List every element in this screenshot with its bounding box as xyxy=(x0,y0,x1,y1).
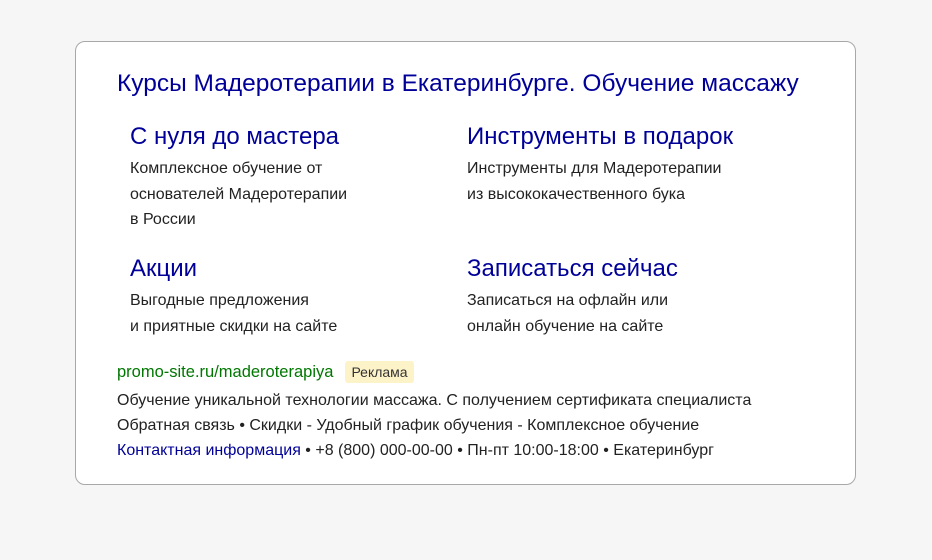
sitelink-2[interactable]: Инструменты в подарок Инструменты для Ма… xyxy=(467,122,787,207)
sitelink-desc: Записаться на офлайн или онлайн обучение… xyxy=(467,292,669,335)
url-row: promo-site.ru/maderoterapiya Реклама xyxy=(117,361,414,383)
ad-title-link[interactable]: Курсы Мадеротерапии в Екатеринбурге. Обу… xyxy=(117,70,799,98)
sitelink-title[interactable]: С нуля до мастера xyxy=(130,122,450,152)
sitelink-desc: Выгодные предложения и приятные скидки н… xyxy=(130,292,338,335)
contact-info-link[interactable]: Контактная информация xyxy=(117,442,301,459)
ad-text-1: Обучение уникальной технологии массажа. … xyxy=(117,392,752,409)
contact-line: Контактная информация • +8 (800) 000-00-… xyxy=(117,442,714,460)
ad-badge: Реклама xyxy=(345,361,414,383)
ad-text-2: Обратная связь • Скидки - Удобный график… xyxy=(117,417,700,434)
ad-card: Курсы Мадеротерапии в Екатеринбурге. Обу… xyxy=(75,41,856,485)
sitelink-title[interactable]: Инструменты в подарок xyxy=(467,122,787,152)
ad-url-link[interactable]: promo-site.ru/maderoterapiya xyxy=(117,363,333,382)
sitelink-desc: Инструменты для Мадеротерапии из высокок… xyxy=(467,160,722,203)
sitelink-3[interactable]: Акции Выгодные предложения и приятные ск… xyxy=(130,254,450,339)
sitelink-desc: Комплексное обучение от основателей Маде… xyxy=(130,160,348,228)
sitelink-title[interactable]: Акции xyxy=(130,254,450,284)
sitelink-4[interactable]: Записаться сейчас Записаться на офлайн и… xyxy=(467,254,787,339)
sitelink-title[interactable]: Записаться сейчас xyxy=(467,254,787,284)
sitelink-1[interactable]: С нуля до мастера Комплексное обучение о… xyxy=(130,122,450,233)
contact-details: • +8 (800) 000-00-00 • Пн-пт 10:00-18:00… xyxy=(300,442,714,459)
